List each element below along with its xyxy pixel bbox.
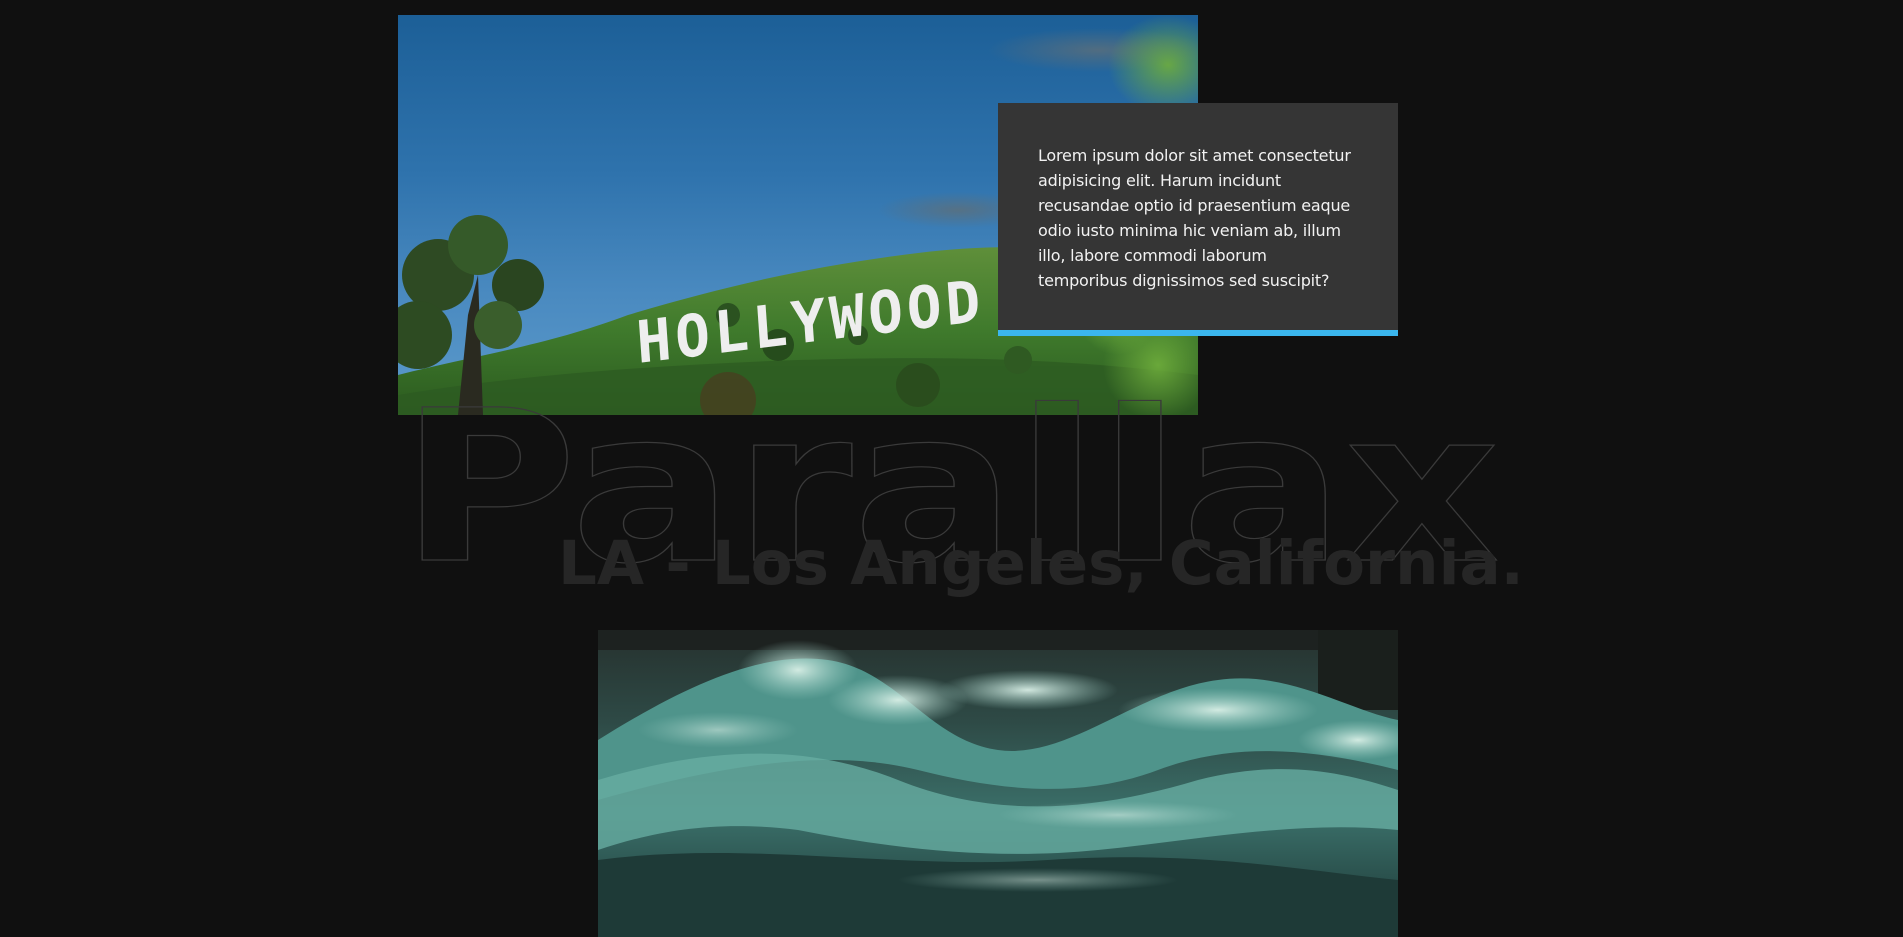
waves-image: [598, 630, 1398, 937]
waves-illustration: [598, 630, 1398, 937]
info-card: Lorem ipsum dolor sit amet consectetur a…: [998, 103, 1398, 336]
info-card-text: Lorem ipsum dolor sit amet consectetur a…: [1038, 146, 1351, 290]
page: HOLLYWOOD Lorem ipsum dolor sit amet con…: [0, 0, 1903, 937]
location-subtitle: LA - Los Angeles, California.: [558, 528, 1524, 599]
